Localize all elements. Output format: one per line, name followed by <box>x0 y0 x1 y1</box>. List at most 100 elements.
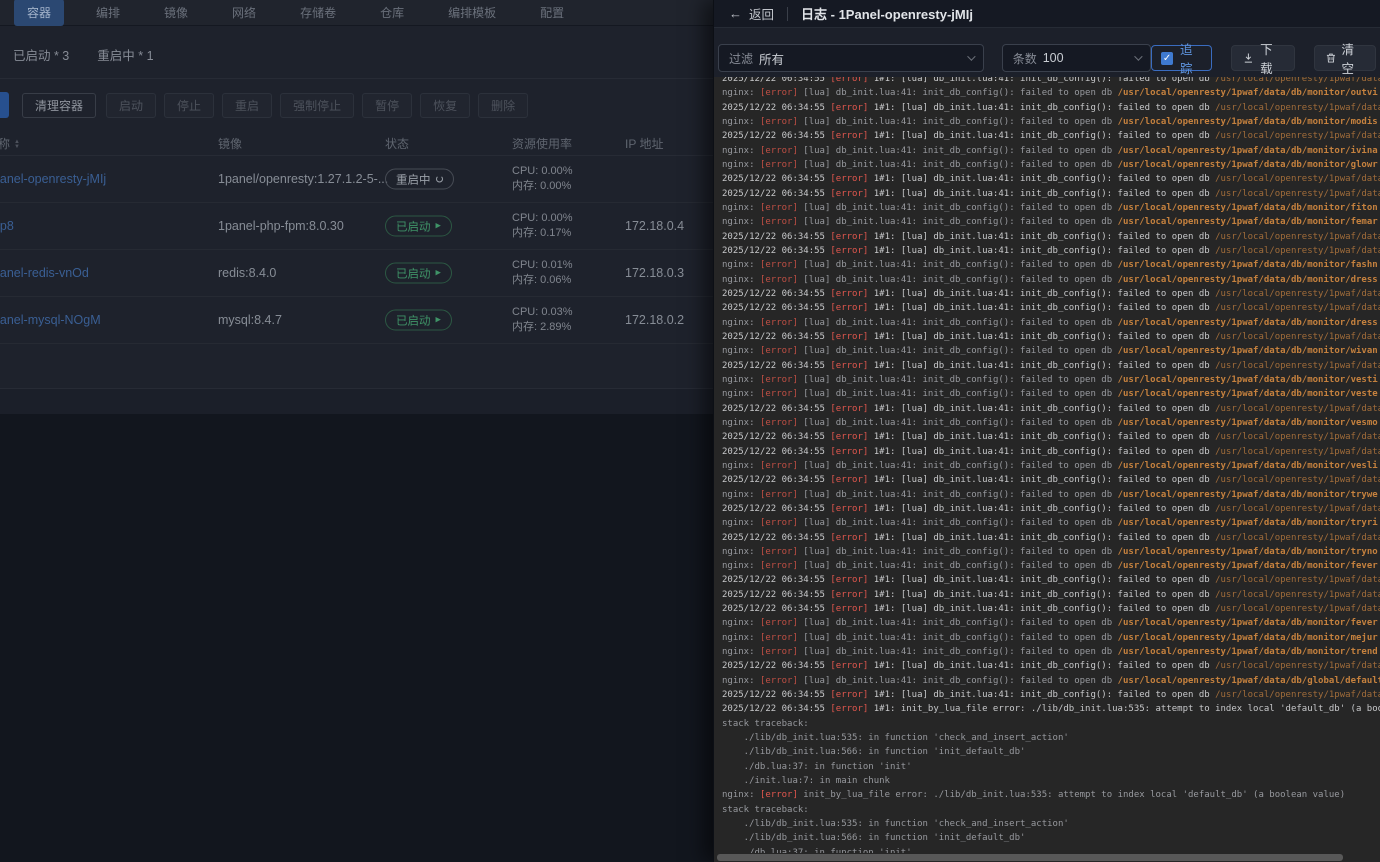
table-body: 1panel-openresty-jMIj 1panel/openresty:1.… <box>0 156 713 344</box>
status-label: 已启动 <box>396 221 431 233</box>
log-line: 2025/12/22 06:34:55 [error] 1#1: [lua] d… <box>722 445 1380 459</box>
status-badge[interactable]: 已启动 ▶ <box>385 262 452 284</box>
follow-toggle-button[interactable]: ✓ 追踪 <box>1151 43 1213 76</box>
log-segment: [error] <box>759 561 798 572</box>
log-segment: 2025/12/22 06:34:55 <box>722 604 831 615</box>
download-button[interactable]: 下载 <box>1231 43 1295 76</box>
log-segment: 1#1: [lua] db_init.lua:41: init_db_confi… <box>868 331 1216 342</box>
log-segment: [lua] db_init.lua:41: init_db_config(): … <box>797 489 1118 500</box>
tab-images[interactable]: 镜像 <box>164 4 188 21</box>
force-stop-button[interactable]: 强制停止 <box>280 92 355 118</box>
container-name-link[interactable]: 1panel-openresty-jMIj <box>0 172 106 186</box>
log-segment: /usr/local/openresty/1pwaf/data/db/monit… <box>1215 360 1380 371</box>
checkbox-checked-icon[interactable]: ✓ <box>1161 51 1173 65</box>
log-segment: 2025/12/22 06:34:55 <box>722 690 831 701</box>
horizontal-scrollbar[interactable] <box>714 853 1380 862</box>
log-segment: [error] <box>759 647 798 658</box>
log-segment: 2025/12/22 06:34:55 <box>722 331 831 342</box>
log-action-buttons: ✓ 追踪 下载 清空 <box>1151 43 1376 76</box>
log-segment: [error] <box>759 374 798 385</box>
log-line: 2025/12/22 06:34:55 [error] 1#1: [lua] d… <box>722 602 1380 616</box>
status-label: 已启动 <box>396 268 431 280</box>
log-line: nginx: [error] [lua] db_init.lua:41: ini… <box>722 545 1380 559</box>
log-segment: [lua] db_init.lua:41: init_db_config(): … <box>797 346 1118 357</box>
resume-button[interactable]: 恢复 <box>420 92 471 118</box>
log-segment: /usr/local/openresty/1pwaf/data/db/monit… <box>1117 518 1378 529</box>
create-container-button[interactable] <box>0 92 9 118</box>
log-line: 2025/12/22 06:34:55 [error] 1#1: [lua] d… <box>722 359 1380 373</box>
log-segment: 1#1: [lua] db_init.lua:41: init_db_confi… <box>868 432 1216 443</box>
container-name-link[interactable]: 1panel-redis-vnOd <box>0 266 89 280</box>
horizontal-scrollbar-thumb[interactable] <box>717 854 1344 861</box>
log-line: 2025/12/22 06:34:55 [error] 1#1: [lua] d… <box>722 531 1380 545</box>
log-segment: [lua] db_init.lua:41: init_db_config(): … <box>797 647 1118 658</box>
filter-select[interactable]: 过滤 所有 <box>718 44 984 72</box>
delete-button[interactable]: 删除 <box>478 92 529 118</box>
log-segment: /usr/local/openresty/1pwaf/data/db/monit… <box>1117 116 1378 127</box>
log-viewer[interactable]: 2025/12/22 06:34:55 [error] 1#1: [lua] d… <box>714 77 1380 862</box>
table-row: 1panel-redis-vnOd redis:8.4.0 已启动 ▶ CPU: 0.0… <box>0 250 713 297</box>
start-button[interactable]: 启动 <box>106 92 157 118</box>
log-segment: [error] <box>759 346 798 357</box>
log-line: stack traceback: <box>722 717 1380 731</box>
log-line: nginx: [error] [lua] db_init.lua:41: ini… <box>722 674 1380 688</box>
log-segment: nginx: <box>722 489 760 500</box>
log-segment: [lua] db_init.lua:41: init_db_config(): … <box>797 88 1118 99</box>
container-table: 名称▲▼ 镜像 状态 资源使用率 IP 地址 1panel-openresty-jMIj… <box>0 130 713 862</box>
log-segment: [error] <box>830 331 869 342</box>
tab-networks[interactable]: 网络 <box>232 4 256 21</box>
status-summary: 已启动 * 3 重启中 * 1 <box>13 45 154 64</box>
log-line: 2025/12/22 06:34:55 [error] 1#1: [lua] d… <box>722 301 1380 315</box>
log-segment: [error] <box>759 88 798 99</box>
log-segment: 2025/12/22 06:34:55 <box>722 532 831 543</box>
log-segment: 1#1: [lua] db_init.lua:41: init_db_confi… <box>868 575 1216 586</box>
log-line: 2025/12/22 06:34:55 [error] 1#1: [lua] d… <box>722 129 1380 143</box>
container-name-link[interactable]: php8 <box>0 219 14 233</box>
log-segment: 1#1: [lua] db_init.lua:41: init_db_confi… <box>868 360 1216 371</box>
status-badge[interactable]: 重启中 <box>385 168 454 190</box>
tab-compose[interactable]: 编排 <box>96 4 120 21</box>
image-name: redis:8.4.0 <box>218 266 277 280</box>
log-segment: 1#1: [lua] db_init.lua:41: init_db_confi… <box>868 77 1216 84</box>
container-name-link[interactable]: 1panel-mysql-NOgM <box>0 313 101 327</box>
stop-button[interactable]: 停止 <box>164 92 215 118</box>
log-segment: 1#1: [lua] db_init.lua:41: init_db_confi… <box>868 245 1216 256</box>
log-segment: /usr/local/openresty/1pwaf/data/db/monit… <box>1117 217 1378 228</box>
clean-container-button[interactable]: 清理容器 <box>22 92 97 118</box>
log-segment: [error] <box>830 446 869 457</box>
log-segment: 1#1: [lua] db_init.lua:41: init_db_confi… <box>868 503 1216 514</box>
status-count[interactable]: 重启中 * 1 <box>97 45 153 64</box>
log-segment: [error] <box>830 661 869 672</box>
log-segment: /usr/local/openresty/1pwaf/data/db/monit… <box>1215 174 1380 185</box>
clear-button[interactable]: 清空 <box>1313 43 1376 76</box>
back-button[interactable]: ← 返回 <box>729 4 774 23</box>
log-segment: nginx: <box>722 790 760 801</box>
tail-lines-select[interactable]: 条数 100 <box>1001 44 1152 72</box>
log-line: nginx: [error] [lua] db_init.lua:41: ini… <box>722 144 1380 158</box>
log-line: nginx: [error] [lua] db_init.lua:41: ini… <box>722 387 1380 401</box>
log-segment: [error] <box>830 432 869 443</box>
log-line: ./db.lua:37: in function 'init' <box>722 760 1380 774</box>
sort-icon[interactable]: ▲ ▼ <box>14 139 20 150</box>
pause-button[interactable]: 暂停 <box>362 92 413 118</box>
status-count[interactable]: 已启动 * 3 <box>13 45 69 64</box>
log-line: stack traceback: <box>722 803 1380 817</box>
status-badge[interactable]: 已启动 ▶ <box>385 215 452 237</box>
log-segment: [error] <box>759 145 798 156</box>
log-line: 2025/12/22 06:34:55 [error] 1#1: [lua] d… <box>722 688 1380 702</box>
resource-usage: CPU: 0.00% 内存: 0.00% <box>512 164 573 194</box>
log-segment: /usr/local/openresty/1pwaf/data/db/monit… <box>1117 202 1378 213</box>
tab-containers[interactable]: 容器 <box>14 0 65 26</box>
status-label: 重启中 <box>396 174 431 186</box>
tab-volumes[interactable]: 存储卷 <box>300 4 336 21</box>
tab-settings[interactable]: 配置 <box>540 4 564 21</box>
log-segment: 1#1: [lua] db_init.lua:41: init_db_confi… <box>868 690 1216 701</box>
restart-button[interactable]: 重启 <box>222 92 273 118</box>
log-segment: [lua] db_init.lua:41: init_db_config(): … <box>797 317 1118 328</box>
status-badge[interactable]: 已启动 ▶ <box>385 309 452 331</box>
back-arrow-icon: ← <box>729 6 742 21</box>
tab-compose-templates[interactable]: 编排模板 <box>448 4 496 21</box>
tab-repositories[interactable]: 仓库 <box>380 4 404 21</box>
log-segment: nginx: <box>722 632 760 643</box>
log-line: nginx: [error] [lua] db_init.lua:41: ini… <box>722 459 1380 473</box>
